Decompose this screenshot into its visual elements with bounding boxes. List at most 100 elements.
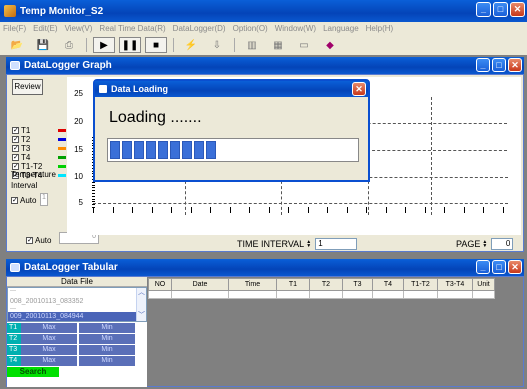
table-icon[interactable]: ▦ <box>267 37 289 53</box>
max-field[interactable]: Max <box>21 323 77 333</box>
menu-help[interactable]: Help(H) <box>366 24 394 33</box>
x-axis-tick <box>346 207 348 213</box>
lightning-icon[interactable]: ⚡ <box>180 37 202 53</box>
channel-t4[interactable]: ✓ T4 <box>12 153 66 162</box>
x-axis-tick <box>268 207 270 213</box>
menu-language[interactable]: Language <box>323 24 359 33</box>
graph-minimize-button[interactable]: _ <box>476 58 490 72</box>
menu-file[interactable]: File(F) <box>3 24 26 33</box>
review-button[interactable]: Review <box>12 79 43 95</box>
col-t3[interactable]: T3 <box>342 278 373 291</box>
window-icon[interactable]: ▭ <box>293 37 315 53</box>
auto-checkbox-1[interactable]: ✓ Auto <box>11 196 36 205</box>
menu-datalogger[interactable]: DataLogger(D) <box>173 24 226 33</box>
col-t4[interactable]: T4 <box>372 278 404 291</box>
x-axis-tick <box>229 207 231 213</box>
tabular-minimize-button[interactable]: _ <box>476 260 490 274</box>
scroll-down-icon[interactable]: ﹀ <box>137 311 146 321</box>
x-axis-tick <box>483 207 484 213</box>
col-t2[interactable]: T2 <box>309 278 343 291</box>
page-input[interactable]: 0 <box>491 238 514 250</box>
close-button[interactable]: ✕ <box>510 2 525 17</box>
menu-edit[interactable]: Edit(E) <box>33 24 57 33</box>
range-row-t4: T4 Max Min <box>7 356 147 366</box>
progress-block <box>158 141 168 159</box>
col-t1-t2[interactable]: T1-T2 <box>403 278 438 291</box>
dialog-close-button[interactable]: ✕ <box>352 82 366 96</box>
max-field[interactable]: Max <box>21 356 77 366</box>
col-t3-t4[interactable]: T3-T4 <box>437 278 473 291</box>
min-field[interactable]: Min <box>79 345 135 355</box>
print-icon[interactable]: ⎙ <box>58 37 80 53</box>
play-icon[interactable]: ▶ <box>93 37 115 53</box>
menu-window[interactable]: Window(W) <box>275 24 316 33</box>
data-file-panel: Data File --- 008_20010113_083352 --- 00… <box>7 277 147 387</box>
min-field[interactable]: Min <box>79 334 135 344</box>
col-t1[interactable]: T1 <box>276 278 310 291</box>
tabular-maximize-button[interactable]: □ <box>492 260 506 274</box>
y-axis-tick <box>92 198 95 200</box>
tabular-close-button[interactable]: ✕ <box>508 260 522 274</box>
chart-icon[interactable]: ▥ <box>241 37 263 53</box>
channel-t3[interactable]: ✓ T3 <box>12 144 66 153</box>
minimize-button[interactable]: _ <box>476 2 491 17</box>
loading-dialog: Data Loading ✕ Loading ....... <box>93 79 370 182</box>
save-icon[interactable]: 💾 <box>32 37 54 53</box>
page-spinner[interactable]: ▲ ▼ <box>482 240 489 249</box>
open-icon[interactable]: 📂 <box>6 37 28 53</box>
y-tick-10: 10 <box>74 172 83 181</box>
time-interval-spinner[interactable]: ▲ ▼ <box>306 240 313 249</box>
graph-window-icon <box>10 61 20 70</box>
x-axis-tick <box>171 207 172 213</box>
channel-t2[interactable]: ✓ T2 <box>12 135 66 144</box>
file-list-scrollbar[interactable]: ︿ ﹀ <box>136 288 146 321</box>
graph-maximize-button[interactable]: □ <box>492 58 506 72</box>
x-axis-tick <box>502 207 504 213</box>
y-tick-25: 25 <box>74 89 83 98</box>
graph-title: DataLogger Graph <box>24 60 112 71</box>
scroll-up-icon[interactable]: ︿ <box>137 288 146 298</box>
min-field[interactable]: Min <box>79 323 135 333</box>
col-time[interactable]: Time <box>228 278 277 291</box>
table-row[interactable] <box>148 290 495 299</box>
book-icon[interactable]: ◆ <box>319 37 341 53</box>
app-icon <box>4 5 16 17</box>
y-tick-5: 5 <box>78 198 83 207</box>
range-tag: T2 <box>7 334 21 344</box>
y-axis-tick <box>92 195 95 197</box>
file-item[interactable]: --- <box>8 288 146 294</box>
min-field[interactable]: Min <box>79 356 135 366</box>
menu-option[interactable]: Option(O) <box>233 24 268 33</box>
auto-value-1[interactable]: 1 <box>40 193 48 206</box>
search-button[interactable]: Search <box>7 367 59 377</box>
auto-checkbox-2[interactable]: ✓ Auto <box>26 236 51 245</box>
x-axis-tick <box>307 207 309 213</box>
y-tick-20: 20 <box>74 117 83 126</box>
max-field[interactable]: Max <box>21 334 77 344</box>
file-item-selected[interactable]: 009_20010113_084944 <box>8 312 146 321</box>
range-tag: T4 <box>7 356 21 366</box>
page-label: PAGE <box>456 239 481 249</box>
loading-dialog-title: Data Loading <box>111 84 169 94</box>
progress-block <box>194 141 204 159</box>
col-date[interactable]: Date <box>171 278 229 291</box>
pause-icon[interactable]: ❚❚ <box>119 37 141 53</box>
stop-icon[interactable]: ■ <box>145 37 167 53</box>
max-field[interactable]: Max <box>21 345 77 355</box>
tabular-titlebar: DataLogger Tabular _ □ ✕ <box>6 259 524 276</box>
col-unit[interactable]: Unit <box>472 278 495 291</box>
time-interval-input[interactable]: 1 <box>315 238 358 250</box>
temperature-interval-label: Temperature Interval <box>11 170 56 190</box>
download-icon[interactable]: ⇩ <box>206 37 228 53</box>
menu-view[interactable]: View(V) <box>65 24 93 33</box>
menu-realtime[interactable]: Real Time Data(R) <box>99 24 165 33</box>
graph-close-button[interactable]: ✕ <box>508 58 522 72</box>
channel-t1[interactable]: ✓ T1 <box>12 126 66 135</box>
file-item[interactable]: 008_20010113_083352 <box>8 296 146 307</box>
progress-block <box>110 141 120 159</box>
col-no[interactable]: NO <box>148 278 172 291</box>
time-interval-label: TIME INTERVAL <box>237 239 305 249</box>
range-row-t1: T1 Max Min <box>7 323 147 333</box>
data-file-list: --- 008_20010113_083352 --- 009_20010113… <box>7 287 147 322</box>
maximize-button[interactable]: □ <box>493 2 508 17</box>
